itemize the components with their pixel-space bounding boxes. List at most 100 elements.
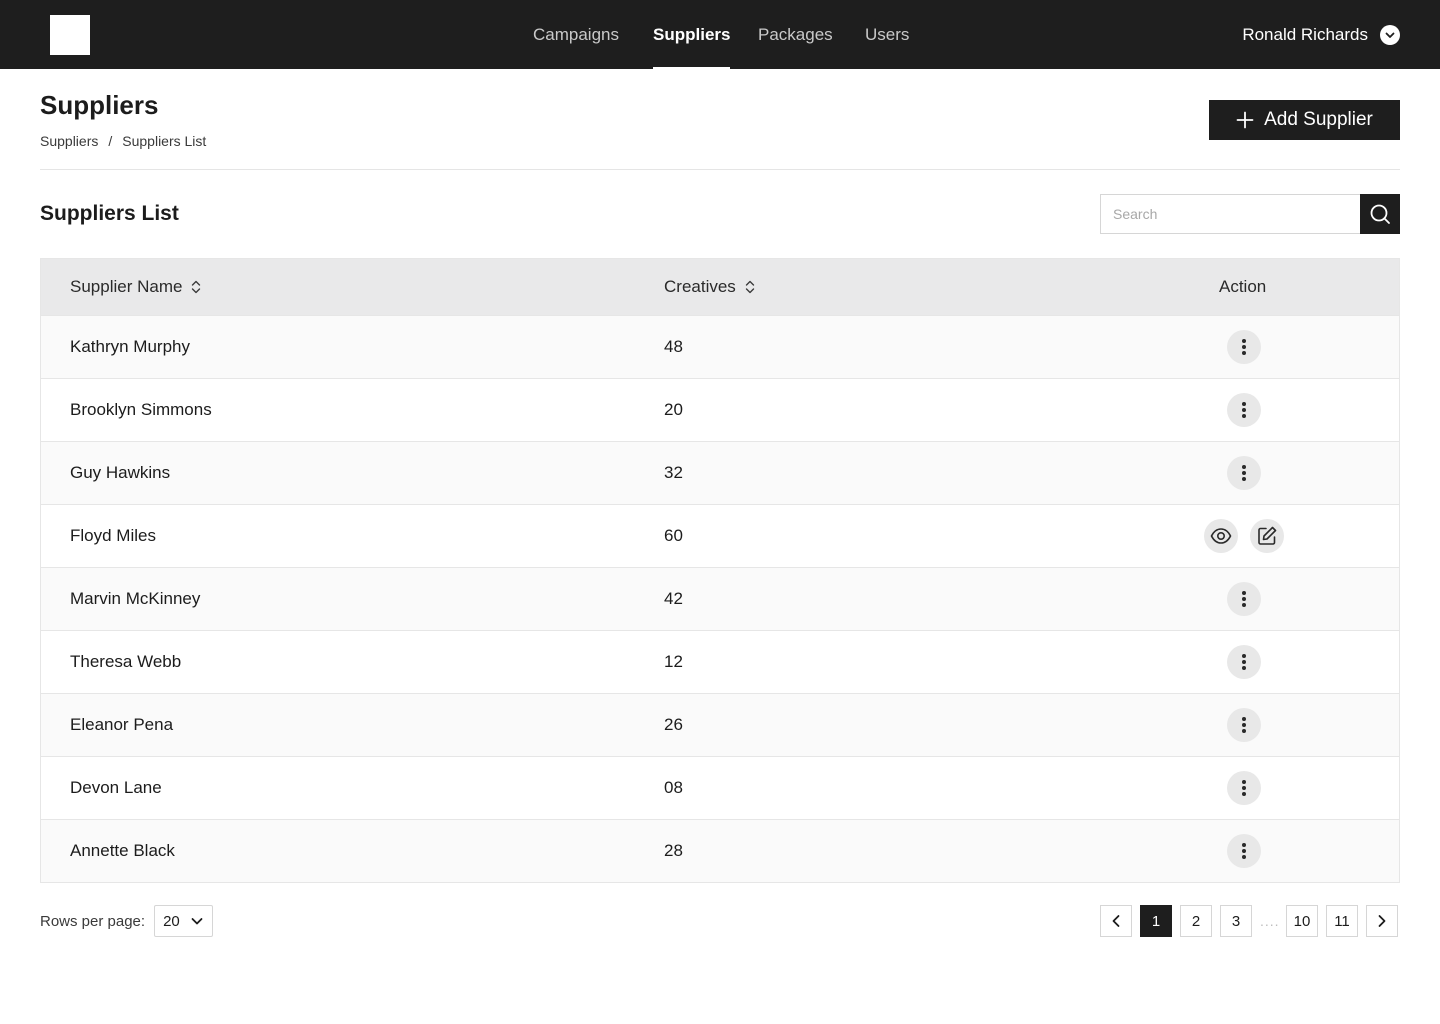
creatives-cell: 08 <box>664 778 683 797</box>
sort-icon <box>745 280 755 294</box>
table-body: Kathryn Murphy 48 Brooklyn Simmons 20 Guy Ha… <box>41 315 1399 882</box>
pagination: 1 2 3 .... 10 11 <box>1100 905 1398 937</box>
row-actions <box>1227 631 1261 693</box>
chevron-left-icon <box>1112 915 1120 927</box>
table-row: Eleanor Pena 26 <box>41 693 1399 756</box>
breadcrumb-item-current: Suppliers List <box>122 133 207 149</box>
table-header: Supplier Name Creatives Action <box>41 259 1399 315</box>
table-row: Devon Lane 08 <box>41 756 1399 819</box>
row-actions <box>1227 379 1261 441</box>
page-title: Suppliers <box>40 90 159 120</box>
row-actions <box>1227 316 1261 378</box>
chevron-down-icon <box>191 918 203 925</box>
table-row: Brooklyn Simmons 20 <box>41 378 1399 441</box>
creatives-cell: 60 <box>664 526 683 545</box>
table-row: Theresa Webb 12 <box>41 630 1399 693</box>
user-menu[interactable]: Ronald Richards <box>1242 22 1400 48</box>
pagination-ellipsis: .... <box>1260 913 1280 929</box>
row-menu-button[interactable] <box>1227 330 1261 364</box>
more-vertical-icon <box>1242 843 1246 859</box>
supplier-name-cell: Annette Black <box>70 841 175 860</box>
supplier-name-cell: Guy Hawkins <box>70 463 171 482</box>
suppliers-table: Supplier Name Creatives Action Kathryn M… <box>40 258 1400 883</box>
page-button-1[interactable]: 1 <box>1140 905 1172 937</box>
more-vertical-icon <box>1242 402 1246 418</box>
search-button[interactable] <box>1360 194 1400 234</box>
search-icon <box>1370 204 1390 224</box>
row-menu-button[interactable] <box>1227 393 1261 427</box>
table-row: Guy Hawkins 32 <box>41 441 1399 504</box>
row-actions <box>1227 757 1261 819</box>
more-vertical-icon <box>1242 339 1246 355</box>
more-vertical-icon <box>1242 717 1246 733</box>
row-menu-button[interactable] <box>1227 645 1261 679</box>
nav-item-suppliers[interactable]: Suppliers <box>653 25 731 69</box>
row-actions <box>1227 442 1261 504</box>
main-nav: Campaigns Suppliers Packages Users <box>0 0 1440 69</box>
nav-item-users[interactable]: Users <box>865 25 909 69</box>
next-page-button[interactable] <box>1366 905 1398 937</box>
supplier-name-cell: Marvin McKinney <box>70 589 201 608</box>
row-actions <box>1227 820 1261 882</box>
supplier-name-cell: Devon Lane <box>70 778 162 797</box>
add-supplier-button[interactable]: Add Supplier <box>1209 100 1400 140</box>
row-menu-button[interactable] <box>1227 834 1261 868</box>
creatives-cell: 20 <box>664 400 683 419</box>
more-vertical-icon <box>1242 591 1246 607</box>
supplier-name-cell: Kathryn Murphy <box>70 337 190 356</box>
table-row: Floyd Miles 60 <box>41 504 1399 567</box>
rows-per-page-value: 20 <box>163 912 180 930</box>
table-row: Kathryn Murphy 48 <box>41 315 1399 378</box>
column-label: Creatives <box>664 277 736 296</box>
prev-page-button[interactable] <box>1100 905 1132 937</box>
table-row: Marvin McKinney 42 <box>41 567 1399 630</box>
column-label: Supplier Name <box>70 277 183 296</box>
row-actions <box>1227 694 1261 756</box>
chevron-down-icon[interactable] <box>1380 25 1400 45</box>
supplier-name-cell: Brooklyn Simmons <box>70 400 212 419</box>
header-divider <box>40 169 1400 170</box>
sort-icon <box>192 280 201 294</box>
page-button-2[interactable]: 2 <box>1180 905 1212 937</box>
creatives-cell: 48 <box>664 337 683 356</box>
row-actions <box>1204 505 1284 567</box>
row-actions <box>1227 568 1261 630</box>
add-supplier-label: Add Supplier <box>1264 109 1373 130</box>
row-menu-button[interactable] <box>1227 456 1261 490</box>
eye-icon <box>1210 528 1232 544</box>
user-name: Ronald Richards <box>1242 25 1368 44</box>
row-menu-button[interactable] <box>1227 708 1261 742</box>
creatives-cell: 26 <box>664 715 683 734</box>
nav-item-campaigns[interactable]: Campaigns <box>533 25 619 69</box>
chevron-right-icon <box>1378 915 1386 927</box>
section-title: Suppliers List <box>40 202 179 225</box>
creatives-cell: 32 <box>664 463 683 482</box>
plus-icon <box>1236 111 1254 129</box>
supplier-name-cell: Theresa Webb <box>70 652 182 671</box>
view-button[interactable] <box>1204 519 1238 553</box>
more-vertical-icon <box>1242 465 1246 481</box>
column-label: Action <box>1219 277 1267 296</box>
breadcrumb-item-suppliers[interactable]: Suppliers <box>40 133 98 149</box>
more-vertical-icon <box>1242 780 1246 796</box>
page-button-3[interactable]: 3 <box>1220 905 1252 937</box>
row-menu-button[interactable] <box>1227 771 1261 805</box>
rows-per-page: Rows per page: 20 <box>40 905 214 937</box>
edit-icon <box>1258 526 1277 545</box>
row-menu-button[interactable] <box>1227 582 1261 616</box>
creatives-cell: 12 <box>664 652 683 671</box>
page-button-11[interactable]: 11 <box>1326 905 1358 937</box>
column-header-supplier-name[interactable]: Supplier Name <box>70 259 202 315</box>
more-vertical-icon <box>1242 654 1246 670</box>
page-button-10[interactable]: 10 <box>1286 905 1318 937</box>
breadcrumb-separator: / <box>108 133 113 149</box>
supplier-name-cell: Eleanor Pena <box>70 715 174 734</box>
supplier-name-cell: Floyd Miles <box>70 526 156 545</box>
search-bar <box>1100 194 1400 234</box>
table-row: Annette Black 28 <box>41 819 1399 882</box>
nav-item-packages[interactable]: Packages <box>758 25 833 69</box>
edit-button[interactable] <box>1250 519 1284 553</box>
column-header-creatives[interactable]: Creatives <box>664 259 756 315</box>
rows-per-page-select[interactable]: 20 <box>154 905 214 937</box>
search-input[interactable] <box>1100 194 1360 234</box>
